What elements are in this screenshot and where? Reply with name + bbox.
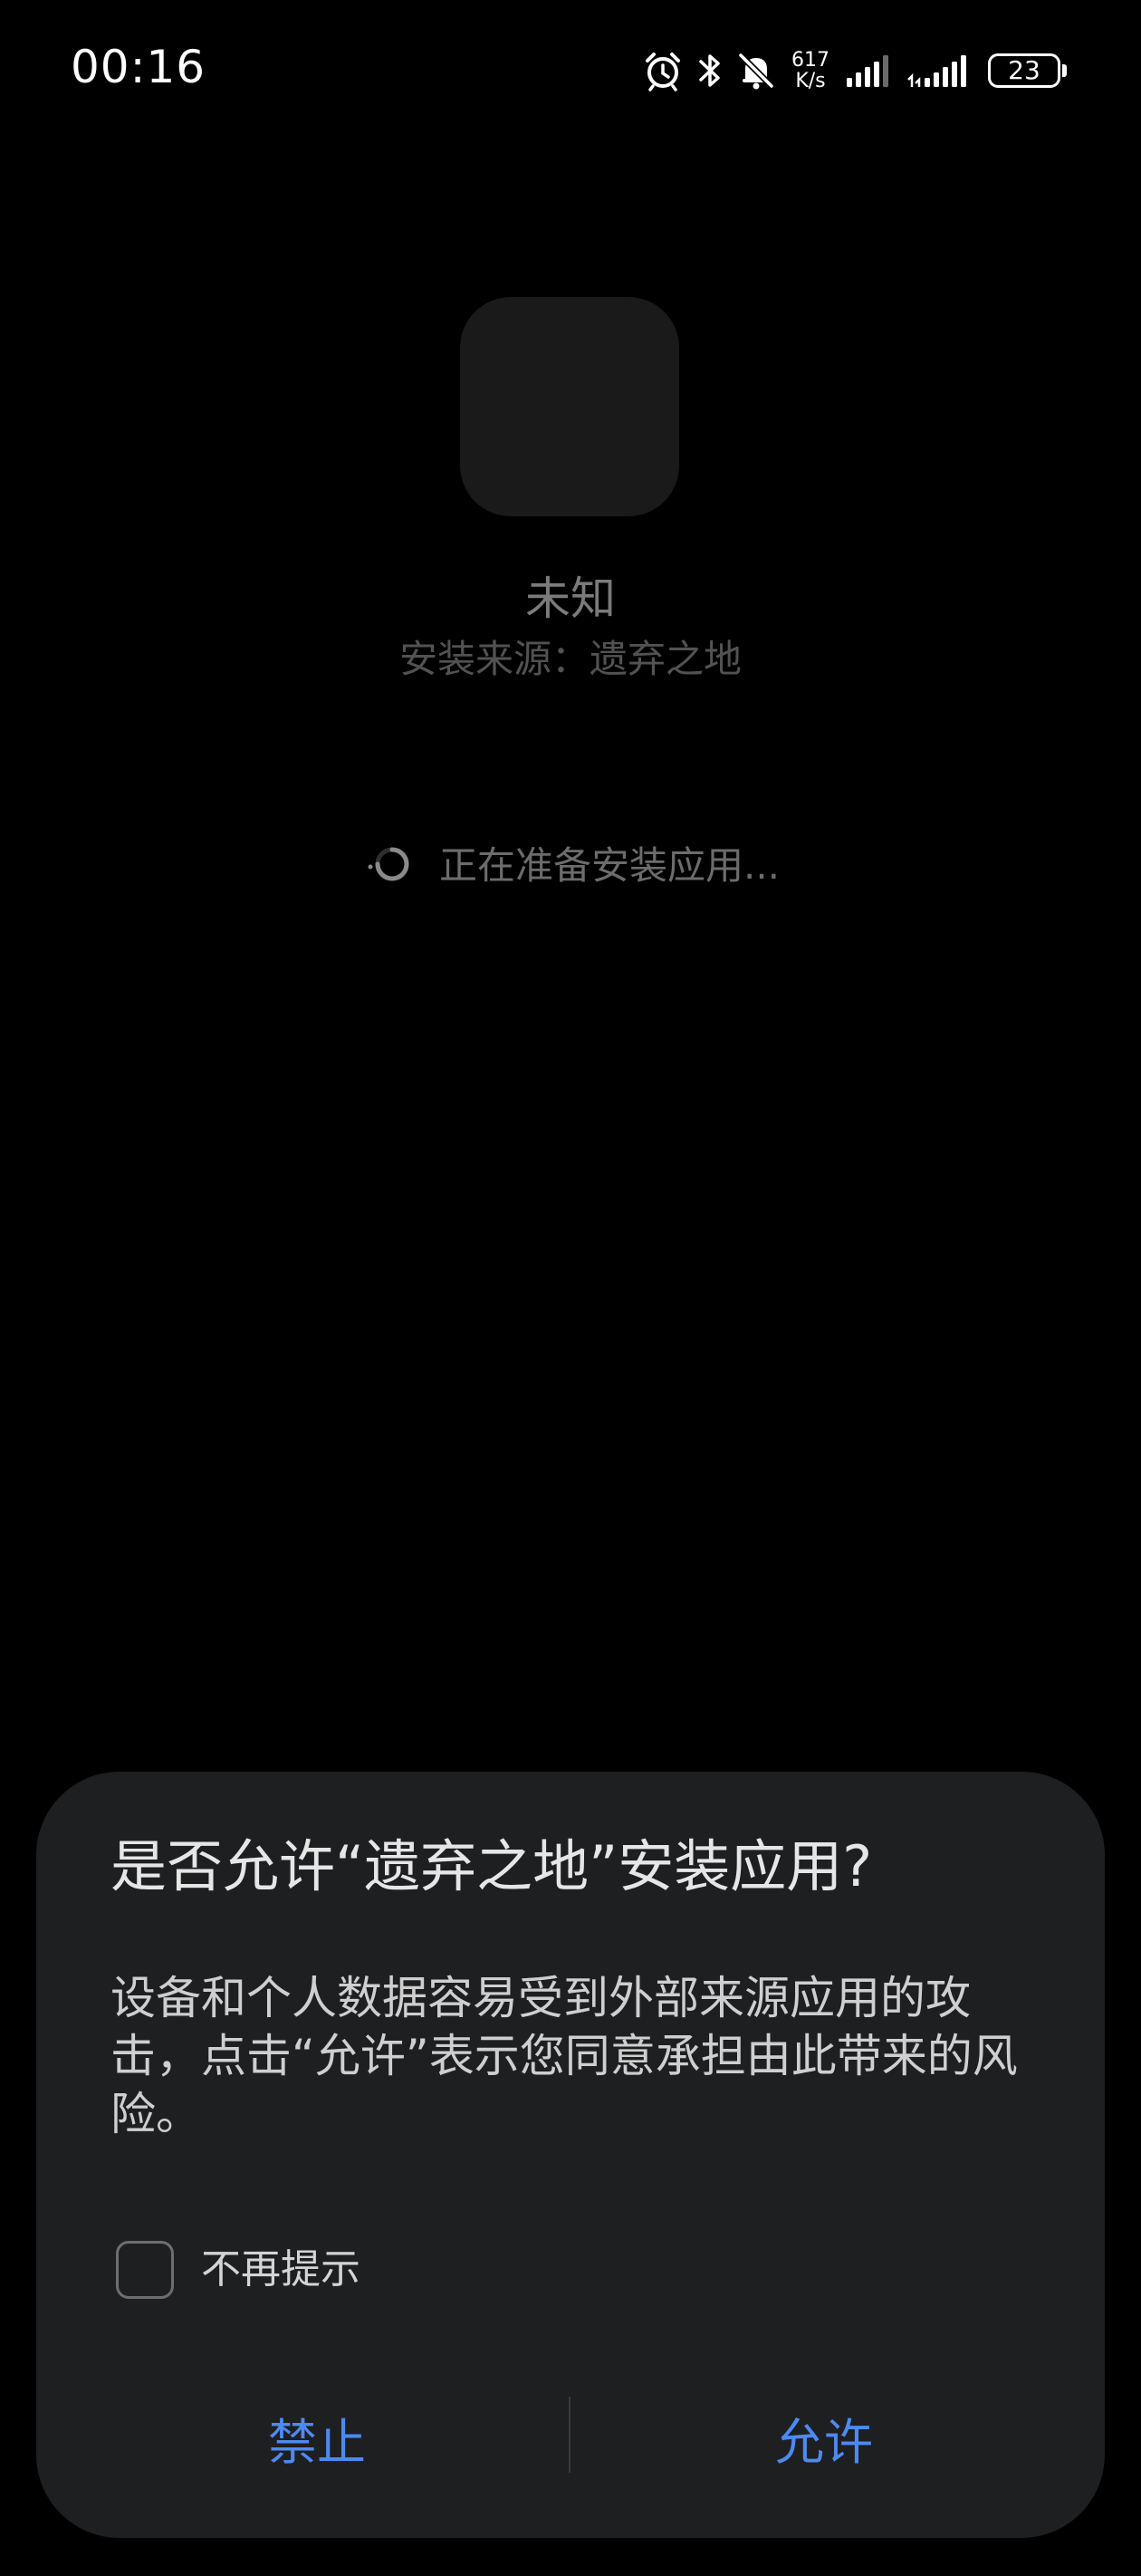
battery-level: 23 [988, 53, 1060, 88]
install-permission-dialog: 是否允许“遗弃之地”安装应用? 设备和个人数据容易受到外部来源应用的攻击，点击“… [36, 1772, 1105, 2538]
app-icon [460, 297, 679, 516]
battery-icon: 23 [988, 53, 1067, 88]
status-icons: 617 K/s 23 [642, 45, 1067, 96]
network-speed-unit: K/s [795, 70, 826, 92]
network-speed: 617 K/s [789, 50, 832, 91]
allow-button[interactable]: 允许 [570, 2388, 1078, 2487]
mute-bell-icon [736, 51, 776, 91]
network-speed-value: 617 [791, 49, 829, 72]
app-install-source: 安装来源：遗弃之地 [398, 637, 742, 681]
deny-button[interactable]: 禁止 [63, 2388, 570, 2487]
preparing-status: 正在准备安装应用... [0, 839, 1141, 893]
app-name: 未知 [525, 572, 616, 625]
status-time: 00:16 [71, 41, 206, 93]
battery-tip [1062, 64, 1067, 77]
signal-icon [845, 53, 894, 89]
bluetooth-icon [696, 51, 724, 91]
signal-icon [906, 53, 975, 89]
dialog-title: 是否允许“遗弃之地”安装应用? [110, 1833, 873, 1899]
dialog-message: 设备和个人数据容易受到外部来源应用的攻击，点击“允许”表示您同意承担由此带来的风… [110, 1972, 1018, 2140]
dont-remind-label[interactable]: 不再提示 [201, 2243, 360, 2297]
status-bar: 00:16 617 K/s 23 [0, 0, 1141, 136]
preparing-text: 正在准备安装应用... [438, 843, 781, 888]
loading-spinner-icon [361, 841, 416, 890]
dont-remind-checkbox[interactable] [116, 2241, 174, 2299]
alarm-icon [642, 50, 684, 91]
dialog-actions: 禁止 允许 [36, 2388, 1105, 2487]
dont-remind-row[interactable]: 不再提示 [116, 2239, 360, 2301]
